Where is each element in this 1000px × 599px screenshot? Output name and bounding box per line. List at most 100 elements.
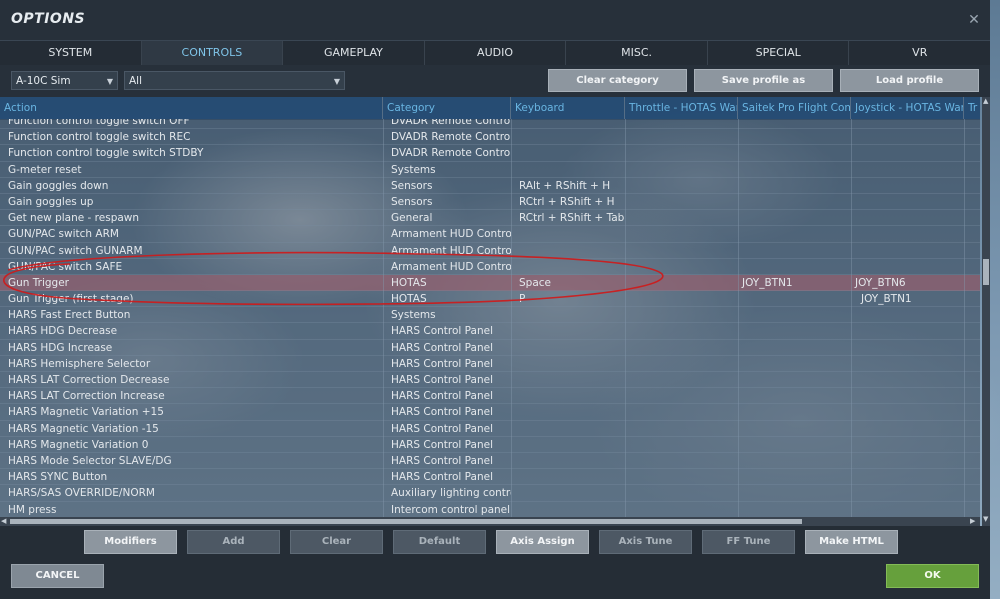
tab-vr[interactable]: VR: [849, 41, 990, 65]
aircraft-select[interactable]: A-10C Sim ▼: [11, 71, 118, 90]
cell-throttle[interactable]: [629, 453, 738, 469]
table-row[interactable]: GUN/PAC switch GUNARM Armament HUD Contro…: [0, 243, 980, 259]
cell-keyboard[interactable]: RCtrl + RShift + H: [515, 194, 625, 210]
cell-category[interactable]: Intercom control panel: [387, 502, 511, 518]
cell-saitek[interactable]: [738, 210, 851, 226]
table-row[interactable]: GUN/PAC switch ARMArmament HUD Control P: [0, 226, 980, 243]
cell-throttle[interactable]: [629, 145, 738, 161]
cell-category[interactable]: HARS Control Panel: [387, 323, 511, 339]
cell-keyboard[interactable]: [515, 437, 625, 453]
cell-action[interactable]: HARS Magnetic Variation +15: [4, 404, 383, 420]
table-row[interactable]: HARS Mode Selector SLAVE/DG HARS Control …: [0, 453, 980, 470]
cell-saitek[interactable]: [738, 129, 851, 145]
cell-category[interactable]: General: [387, 210, 511, 226]
cell-saitek[interactable]: [738, 178, 851, 194]
cell-saitek[interactable]: [738, 119, 851, 129]
cell-saitek[interactable]: [738, 437, 851, 453]
cell-category[interactable]: HARS Control Panel: [387, 388, 511, 404]
axis-tune-button[interactable]: Axis Tune: [599, 530, 692, 554]
modifiers-button[interactable]: Modifiers: [84, 530, 177, 554]
cell-action[interactable]: Gain goggles down: [4, 178, 383, 194]
cell-action[interactable]: Gun Trigger (first stage): [4, 291, 383, 307]
cell-throttle[interactable]: [629, 437, 738, 453]
cell-joystick[interactable]: JOY_BTN1: [851, 291, 964, 307]
load-profile-button[interactable]: Load profile: [840, 69, 979, 92]
clear-category-button[interactable]: Clear category: [548, 69, 687, 92]
scroll-down-icon[interactable]: ▼: [983, 515, 988, 523]
table-row[interactable]: HARS/SAS OVERRIDE/NORM Auxiliary lighting…: [0, 485, 980, 502]
clear-button[interactable]: Clear: [290, 530, 383, 554]
cell-category[interactable]: Systems: [387, 162, 511, 178]
cell-joystick[interactable]: [851, 340, 964, 356]
tab-special[interactable]: SPECIAL: [708, 41, 850, 65]
axis-assign-button[interactable]: Axis Assign: [496, 530, 589, 554]
cell-throttle[interactable]: [629, 323, 738, 339]
tab-gameplay[interactable]: GAMEPLAY: [283, 41, 425, 65]
cell-action[interactable]: HARS HDG Decrease: [4, 323, 383, 339]
horizontal-scrollbar[interactable]: ◀ ▶: [0, 517, 980, 526]
cell-keyboard[interactable]: [515, 356, 625, 372]
table-row[interactable]: HARS SYNC Button HARS Control Panel: [0, 469, 980, 486]
table-row[interactable]: HARS Hemisphere Selector HARS Control Pan…: [0, 356, 980, 372]
cell-joystick[interactable]: [851, 437, 964, 453]
table-row[interactable]: HARS LAT Correction Increase HARS Control…: [0, 388, 980, 405]
cell-throttle[interactable]: [629, 129, 738, 145]
cell-keyboard[interactable]: [515, 502, 625, 518]
cell-joystick[interactable]: [851, 243, 964, 259]
cell-category[interactable]: DVADR Remote Control Pa: [387, 129, 511, 145]
tab-audio[interactable]: AUDIO: [425, 41, 567, 65]
cell-joystick[interactable]: [851, 226, 964, 242]
table-row[interactable]: Gain goggles up Sensors RCtrl + RShift + H: [0, 194, 980, 211]
cell-joystick[interactable]: [851, 485, 964, 501]
table-row[interactable]: Function control toggle switch REC DVADR …: [0, 129, 980, 146]
cell-category[interactable]: HARS Control Panel: [387, 404, 511, 420]
cell-category[interactable]: HARS Control Panel: [387, 437, 511, 453]
cell-category[interactable]: HOTAS: [387, 275, 511, 291]
cell-category[interactable]: HARS Control Panel: [387, 453, 511, 469]
cell-throttle[interactable]: [629, 291, 738, 307]
cell-keyboard[interactable]: [515, 453, 625, 469]
table-row[interactable]: HARS Magnetic Variation -15 HARS Control …: [0, 421, 980, 437]
ok-button[interactable]: OK: [886, 564, 979, 588]
cell-keyboard[interactable]: RAlt + RShift + H: [515, 178, 625, 194]
cell-joystick[interactable]: [851, 129, 964, 145]
cell-throttle[interactable]: [629, 119, 738, 129]
add-button[interactable]: Add: [187, 530, 280, 554]
cell-saitek[interactable]: [738, 372, 851, 388]
category-filter-select[interactable]: All ▼: [124, 71, 345, 90]
cell-action[interactable]: GUN/PAC switch SAFE: [4, 259, 383, 275]
table-row[interactable]: Get new plane - respawn General RCtrl + RS…: [0, 210, 980, 227]
cell-joystick[interactable]: [851, 162, 964, 178]
cell-joystick[interactable]: [851, 119, 964, 129]
cell-throttle[interactable]: [629, 388, 738, 404]
cell-saitek[interactable]: [738, 388, 851, 404]
cell-throttle[interactable]: [629, 178, 738, 194]
cell-throttle[interactable]: [629, 372, 738, 388]
cell-joystick[interactable]: JOY_BTN6: [851, 275, 964, 291]
cell-throttle[interactable]: [629, 307, 738, 323]
cell-throttle[interactable]: [629, 243, 738, 259]
cell-category[interactable]: HARS Control Panel: [387, 421, 511, 437]
cell-keyboard[interactable]: [515, 145, 625, 161]
cell-joystick[interactable]: [851, 356, 964, 372]
cell-category[interactable]: Armament HUD Control P: [387, 226, 511, 242]
cell-category[interactable]: HARS Control Panel: [387, 340, 511, 356]
cell-action[interactable]: Function control toggle switch OFF: [4, 119, 383, 129]
cell-saitek[interactable]: [738, 404, 851, 420]
table-row[interactable]: HARS HDG Increase HARS Control Panel: [0, 340, 980, 356]
cell-saitek[interactable]: [738, 259, 851, 275]
cell-joystick[interactable]: [851, 502, 964, 518]
cell-joystick[interactable]: [851, 469, 964, 485]
cell-category[interactable]: Systems: [387, 307, 511, 323]
table-row[interactable]: Gain goggles down Sensors RAlt + RShift + …: [0, 178, 980, 194]
table-row[interactable]: HARS LAT Correction Decrease HARS Control…: [0, 372, 980, 389]
ff-tune-button[interactable]: FF Tune: [702, 530, 795, 554]
cell-saitek[interactable]: JOY_BTN1: [738, 275, 851, 291]
cell-keyboard[interactable]: [515, 469, 625, 485]
cell-keyboard[interactable]: [515, 259, 625, 275]
cell-saitek[interactable]: [738, 162, 851, 178]
cell-keyboard[interactable]: [515, 388, 625, 404]
tab-system[interactable]: SYSTEM: [0, 41, 142, 65]
cell-category[interactable]: Armament HUD Control P: [387, 243, 511, 259]
cell-action[interactable]: HARS LAT Correction Increase: [4, 388, 383, 404]
